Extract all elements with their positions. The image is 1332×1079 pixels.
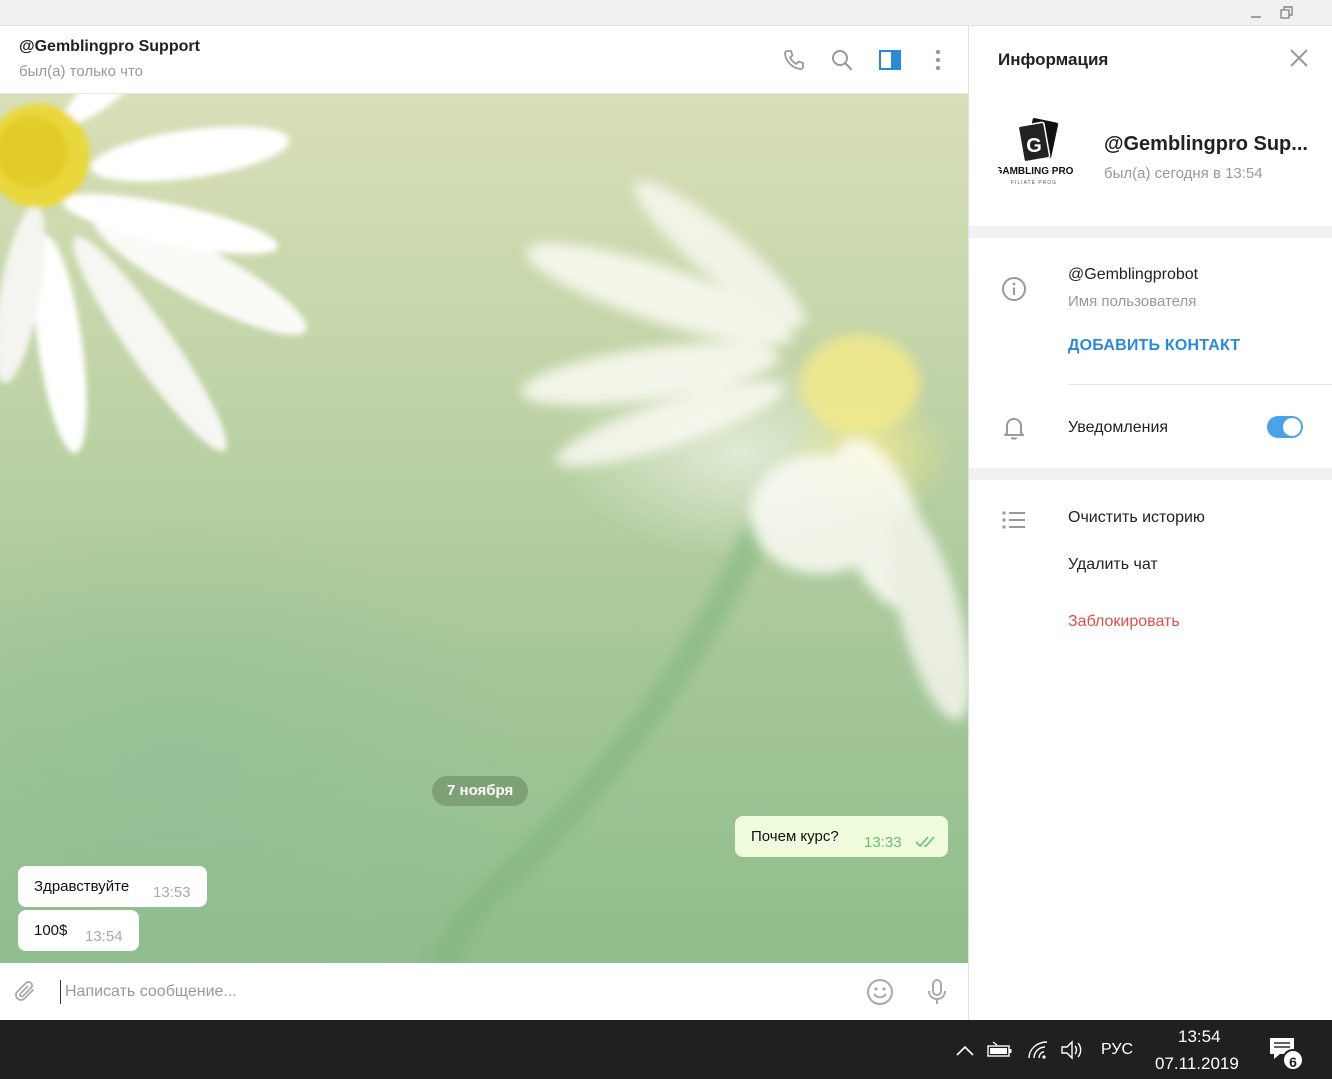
message-text: Здравствуйте — [34, 878, 130, 895]
username-label: Имя пользователя — [1068, 293, 1197, 310]
restore-icon[interactable] — [1276, 3, 1298, 23]
notifications-label: Уведомления — [1068, 419, 1169, 436]
date-separator: 7 ноября — [432, 776, 529, 806]
sidebar-toggle-icon[interactable] — [876, 46, 904, 74]
chat-area: 7 ноября Почем курс? 13:33 Здравствуйте … — [0, 94, 968, 963]
volume-icon[interactable] — [1059, 1038, 1085, 1062]
section-divider — [969, 468, 1332, 480]
minimize-icon[interactable] — [1245, 3, 1267, 23]
message-bubble-outgoing[interactable]: Почем курс? 13:33 — [735, 816, 948, 857]
clock-time[interactable]: 13:54 — [1178, 1027, 1221, 1047]
wifi-icon[interactable] — [1026, 1038, 1052, 1062]
clock-date[interactable]: 07.11.2019 — [1155, 1054, 1239, 1074]
action-center-button[interactable]: 6 — [1268, 1036, 1308, 1072]
message-bubble-incoming[interactable]: 100$ 13:54 — [18, 910, 139, 951]
message-time: 13:33 — [864, 834, 902, 851]
chat-header: @Gemblingpro Support был(а) только что — [0, 26, 968, 94]
phone-icon[interactable] — [780, 46, 808, 74]
toggle-knob — [1283, 418, 1301, 436]
info-icon — [1000, 275, 1028, 303]
chevron-up-icon[interactable] — [952, 1038, 978, 1062]
notification-count-badge: 6 — [1282, 1049, 1304, 1071]
list-icon — [1000, 506, 1028, 534]
profile-name: @Gemblingpro Sup... — [1104, 133, 1308, 155]
microphone-icon[interactable] — [922, 977, 952, 1007]
message-input[interactable] — [60, 980, 840, 1004]
svg-text:GAMBLING PRO: GAMBLING PRO — [996, 166, 1074, 177]
message-time: 13:53 — [153, 884, 191, 901]
battery-icon[interactable] — [987, 1038, 1013, 1062]
message-text: 100$ — [34, 922, 68, 939]
info-panel-title: Информация — [998, 50, 1109, 69]
delete-chat-button[interactable]: Удалить чат — [1068, 556, 1158, 574]
svg-text:G: G — [1026, 135, 1042, 157]
taskbar: РУС 13:54 07.11.2019 6 — [0, 1020, 1332, 1079]
block-user-button[interactable]: Заблокировать — [1068, 613, 1180, 631]
svg-text:FILIATE PROG: FILIATE PROG — [1011, 180, 1057, 186]
avatar[interactable]: G GAMBLING PRO FILIATE PROG — [996, 112, 1082, 198]
message-text: Почем курс? — [751, 828, 839, 845]
section-divider — [969, 226, 1332, 238]
row-divider — [1068, 384, 1332, 385]
username-value[interactable]: @Gemblingprobot — [1068, 266, 1198, 284]
attach-icon[interactable] — [11, 977, 41, 1007]
search-icon[interactable] — [828, 46, 856, 74]
chat-title[interactable]: @Gemblingpro Support — [19, 38, 200, 56]
add-contact-button[interactable]: ДОБАВИТЬ КОНТАКТ — [1068, 337, 1240, 355]
gambling-pro-logo-icon: G GAMBLING PRO FILIATE PROG — [996, 118, 1074, 186]
close-icon[interactable] — [1287, 46, 1311, 70]
double-check-icon — [915, 835, 939, 855]
notifications-toggle[interactable] — [1267, 416, 1303, 438]
info-panel: Информация G GAMBLING PRO FILIATE PROG @… — [968, 26, 1332, 1020]
chat-status: был(а) только что — [19, 63, 144, 80]
bell-icon — [1000, 414, 1028, 442]
language-indicator[interactable]: РУС — [1101, 1041, 1133, 1059]
profile-status: был(а) сегодня в 13:54 — [1104, 165, 1263, 182]
more-vertical-icon[interactable] — [924, 46, 952, 74]
window-titlebar — [0, 0, 1332, 26]
message-time: 13:54 — [85, 928, 123, 945]
emoji-icon[interactable] — [865, 977, 895, 1007]
message-bubble-incoming[interactable]: Здравствуйте 13:53 — [18, 866, 207, 907]
compose-bar — [0, 963, 968, 1020]
clear-history-button[interactable]: Очистить историю — [1068, 509, 1205, 527]
